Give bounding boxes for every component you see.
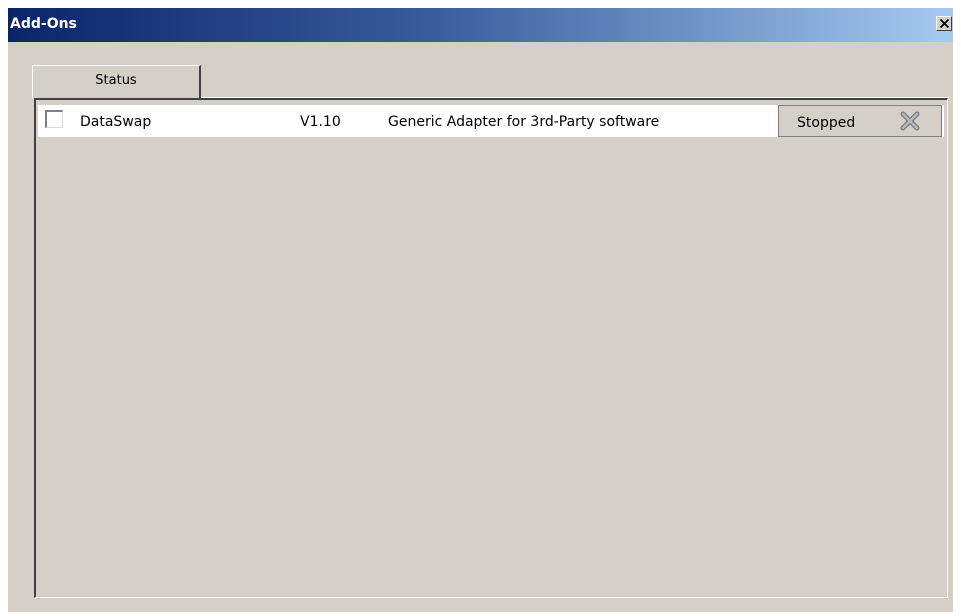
addon-status-cell: Stopped (778, 105, 942, 137)
tab-status[interactable]: Status (32, 65, 201, 98)
tab-status-label: Status (95, 73, 137, 88)
addon-description: Generic Adapter for 3rd-Party software (388, 114, 660, 130)
addon-name: DataSwap (80, 114, 152, 130)
list-item[interactable]: DataSwap V1.10 Generic Adapter for 3rd-P… (38, 105, 944, 137)
addon-enable-checkbox[interactable] (45, 110, 63, 128)
addon-status: Stopped (797, 115, 856, 131)
window-title: Add-Ons (10, 16, 77, 32)
title-bar[interactable]: Add-Ons (8, 8, 953, 42)
addon-version: V1.10 (300, 114, 341, 130)
close-button[interactable] (936, 16, 952, 31)
addons-list-panel: DataSwap V1.10 Generic Adapter for 3rd-P… (34, 98, 948, 598)
close-x-icon (940, 19, 949, 28)
remove-x-icon[interactable] (899, 110, 921, 132)
add-ons-window: Add-Ons Status DataSwap V1.10 Generic Ad… (8, 8, 953, 612)
